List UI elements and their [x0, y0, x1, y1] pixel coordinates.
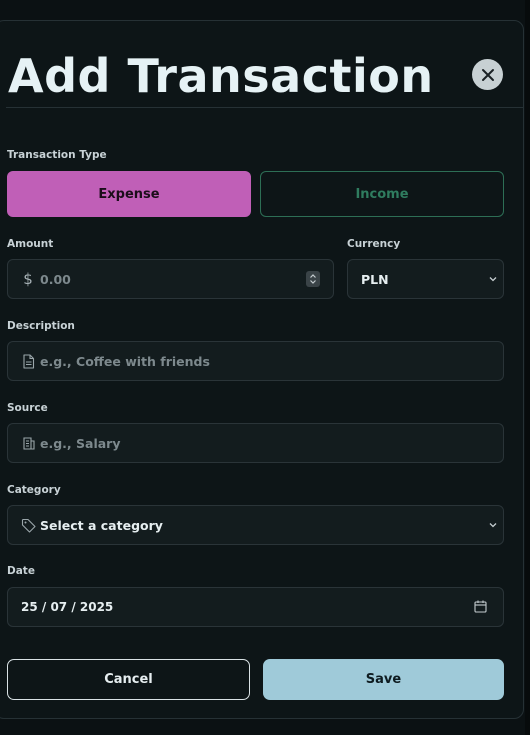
close-icon	[481, 68, 494, 81]
dollar-icon: $	[23, 270, 33, 288]
chevron-down-icon	[489, 277, 497, 282]
date-value: 25 / 07 / 2025	[21, 600, 114, 614]
amount-stepper[interactable]	[306, 271, 320, 287]
header-divider	[6, 107, 524, 108]
income-toggle[interactable]: Income	[260, 171, 504, 217]
dialog-title: Add Transaction	[8, 49, 434, 103]
description-input[interactable]: e.g., Coffee with friends	[7, 341, 504, 381]
source-placeholder: e.g., Salary	[40, 435, 121, 451]
save-button[interactable]: Save	[263, 659, 504, 700]
amount-label: Amount	[7, 238, 54, 250]
currency-value: PLN	[361, 271, 389, 287]
category-select[interactable]: Select a category	[7, 505, 504, 545]
description-placeholder: e.g., Coffee with friends	[40, 353, 210, 369]
source-label: Source	[7, 402, 48, 414]
backdrop-edge	[525, 0, 530, 735]
calendar-icon[interactable]	[474, 600, 487, 616]
chevron-down-icon	[489, 523, 497, 528]
description-label: Description	[7, 320, 75, 332]
date-input[interactable]: 25 / 07 / 2025	[7, 587, 504, 627]
amount-input[interactable]: $ 0.00	[7, 259, 334, 299]
stepper-arrows-icon	[310, 274, 316, 284]
currency-label: Currency	[347, 238, 401, 250]
amount-placeholder: 0.00	[40, 271, 71, 287]
source-input[interactable]: e.g., Salary	[7, 423, 504, 463]
category-value: Select a category	[40, 517, 163, 533]
date-label: Date	[7, 565, 35, 577]
currency-select[interactable]: PLN	[347, 259, 504, 299]
receipt-icon	[20, 435, 36, 451]
transaction-type-label: Transaction Type	[7, 149, 107, 161]
expense-toggle[interactable]: Expense	[7, 171, 251, 217]
close-button[interactable]	[472, 59, 503, 90]
document-icon	[20, 353, 36, 369]
cancel-button[interactable]: Cancel	[7, 659, 250, 700]
category-label: Category	[7, 484, 61, 496]
tag-icon	[20, 517, 36, 533]
